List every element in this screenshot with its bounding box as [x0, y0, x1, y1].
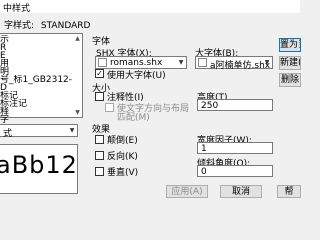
title-bar: 中样式	[0, 0, 300, 14]
backwards-label: 反向(K)	[107, 152, 138, 162]
backwards-checkbox[interactable]	[95, 151, 104, 160]
list-filter-value: 式	[3, 129, 13, 139]
match-orientation-checkbox[interactable]	[105, 103, 114, 112]
vertical-label: 垂直(V)	[107, 168, 139, 178]
scroll-down-icon[interactable]: ▼	[73, 108, 82, 117]
use-bigfont-checkbox[interactable]: ✓	[95, 69, 104, 78]
window-title: 中样式	[3, 4, 31, 14]
width-factor-value: 1	[201, 144, 207, 154]
upside-down-label: 颠倒(E)	[107, 136, 138, 146]
cancel-button[interactable]: 取消	[220, 185, 262, 198]
chevron-down-icon: ▼	[178, 59, 184, 66]
new-button[interactable]: 新建(N	[279, 56, 301, 70]
current-style-label: 字样式:	[4, 21, 35, 31]
font-file-icon	[198, 58, 207, 67]
width-factor-input[interactable]: 1	[197, 142, 273, 154]
list-filter-select[interactable]: 式 ▼	[0, 124, 78, 139]
delete-button[interactable]: 删除	[279, 73, 301, 87]
vertical-checkbox[interactable]	[95, 167, 104, 176]
height-input[interactable]: 250	[197, 99, 273, 111]
match-orientation-label-2: 匹配(M)	[117, 113, 150, 123]
chevron-down-icon: ▼	[69, 127, 75, 134]
height-value: 250	[201, 101, 219, 111]
use-bigfont-label: 使用大字体(U)	[107, 71, 166, 81]
preview-text: aBb123	[0, 151, 78, 179]
apply-button[interactable]: 应用(A)	[166, 185, 208, 198]
set-current-button[interactable]: 置为当	[279, 38, 301, 52]
font-file-icon	[98, 58, 107, 67]
preview-box: aBb123	[0, 144, 78, 194]
styles-list[interactable]: 示 R E 用 明 号_标1_GB2312-代替... D 标记 标注记 释 字…	[0, 33, 83, 125]
current-style-row: 字样式: STANDARD	[4, 18, 90, 31]
bigfont-select[interactable]: a阿楠单仿.shx ▼	[195, 56, 273, 71]
upside-down-checkbox[interactable]	[95, 135, 104, 144]
help-button[interactable]: 帮	[277, 185, 301, 198]
chevron-down-icon: ▼	[264, 59, 270, 66]
bigfont-value: a阿楠单仿.shx	[210, 61, 271, 71]
oblique-angle-input[interactable]: 0	[197, 165, 273, 177]
oblique-angle-value: 0	[201, 167, 207, 177]
current-style-value: STANDARD	[40, 21, 91, 31]
annotative-checkbox[interactable]	[95, 92, 104, 101]
shx-font-value: romans.shx	[110, 58, 163, 68]
scroll-up-icon[interactable]: ▲	[73, 34, 82, 43]
